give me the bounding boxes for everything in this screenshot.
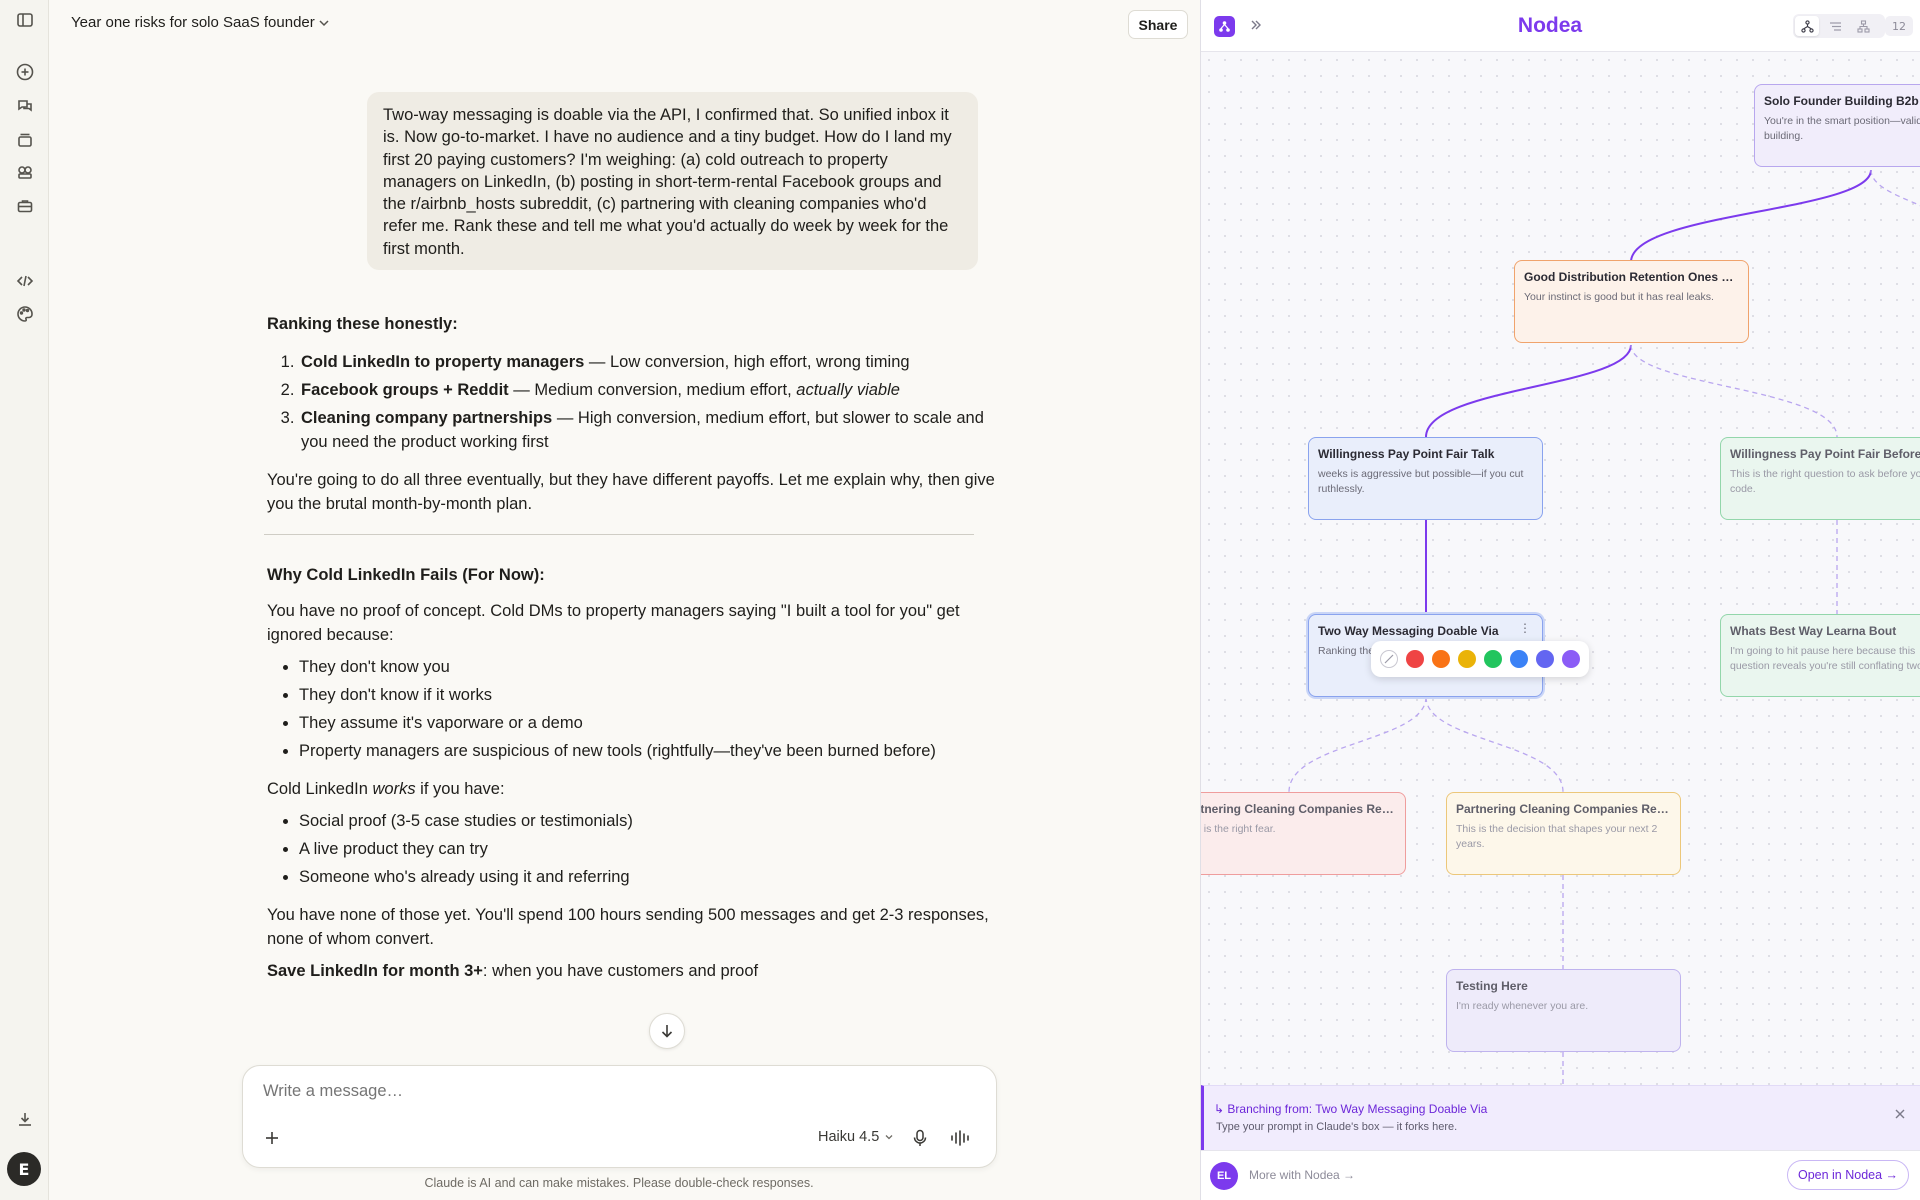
microphone-button[interactable]	[909, 1127, 931, 1149]
ranking-list: Cold LinkedIn to property managers — Low…	[267, 350, 1007, 454]
list-item: Someone who's already using it and refer…	[299, 865, 1007, 889]
list-item: Social proof (3-5 case studies or testim…	[299, 809, 1007, 833]
close-icon[interactable]	[1893, 1107, 1907, 1121]
voice-mode-button[interactable]	[948, 1127, 974, 1149]
download-icon[interactable]	[16, 1110, 34, 1128]
briefcase-icon[interactable]	[16, 197, 34, 215]
nodea-footer: EL More with Nodea → Open in Nodea →	[1201, 1150, 1920, 1200]
model-label: Haiku 4.5	[818, 1129, 880, 1145]
edge	[1425, 344, 1632, 438]
branch-hint: Type your prompt in Claude's box — it fo…	[1216, 1121, 1458, 1133]
scroll-to-bottom-button[interactable]	[649, 1013, 685, 1049]
chat-header: Year one risks for solo SaaS founder Sha…	[49, 0, 1200, 48]
chevron-down-icon	[885, 1135, 893, 1140]
nodea-header: Nodea 12	[1201, 0, 1920, 52]
tree-view-button[interactable]	[1795, 16, 1819, 36]
tree-node[interactable]: Partnering Cleaning Companies Referral..…	[1201, 792, 1406, 875]
list-item: They don't know if it works	[299, 683, 1007, 707]
tree-node[interactable]: Willingness Pay Point Fair Talk weeks is…	[1308, 437, 1543, 520]
branch-title: ↳ Branching from: Two Way Messaging Doab…	[1214, 1102, 1488, 1116]
left-rail: E	[0, 0, 49, 1200]
graph-view-button[interactable]	[1851, 16, 1875, 36]
tree-node[interactable]: Solo Founder Building B2b SaaS You're in…	[1754, 84, 1920, 167]
color-swatch[interactable]	[1458, 650, 1476, 668]
microphone-icon	[913, 1129, 927, 1146]
chat-title[interactable]: Year one risks for solo SaaS founder	[71, 14, 315, 31]
view-toggle	[1793, 14, 1885, 38]
chat-area: Year one risks for solo SaaS founder Sha…	[49, 0, 1245, 1200]
graph-icon	[1856, 19, 1870, 33]
tree-edges	[1288, 169, 1920, 1085]
tree-node[interactable]: Good Distribution Retention Ones Keep...…	[1514, 260, 1749, 343]
user-message: Two-way messaging is doable via the API,…	[367, 92, 978, 270]
list-item: Cold LinkedIn to property managers — Low…	[299, 350, 1007, 374]
tree-node[interactable]: Whats Best Way Learna Bout I'm going to …	[1720, 614, 1920, 697]
branch-banner: ↳ Branching from: Two Way Messaging Doab…	[1201, 1085, 1920, 1150]
list-item: They assume it's vaporware or a demo	[299, 711, 1007, 735]
divider	[264, 534, 974, 535]
color-swatch[interactable]	[1406, 650, 1424, 668]
tree-canvas[interactable]: Solo Founder Building B2b SaaS You're in…	[1201, 52, 1920, 1085]
tree-icon	[1800, 19, 1814, 33]
new-chat-icon[interactable]	[16, 63, 34, 81]
color-swatch[interactable]	[1562, 650, 1580, 668]
projects-icon[interactable]	[16, 131, 34, 149]
color-swatch[interactable]	[1484, 650, 1502, 668]
requirements-list: Social proof (3-5 case studies or testim…	[267, 809, 1007, 889]
color-swatch[interactable]	[1510, 650, 1528, 668]
node-count-badge: 12	[1885, 16, 1913, 36]
color-picker	[1371, 641, 1589, 677]
more-with-nodea-link[interactable]: More with Nodea →	[1249, 1168, 1355, 1182]
edge	[1425, 696, 1564, 793]
plus-icon	[266, 1132, 278, 1144]
no-color-swatch[interactable]	[1380, 650, 1398, 668]
nodea-panel: Nodea 12 Solo Founder Building B2b You'r…	[1200, 0, 1920, 1200]
message-input[interactable]	[263, 1082, 963, 1101]
closing-paragraph: You have none of those yet. You'll spend…	[267, 906, 989, 948]
list-icon	[1829, 21, 1841, 31]
user-avatar[interactable]: E	[7, 1152, 41, 1186]
sidebar-toggle-icon[interactable]	[16, 11, 34, 29]
section-heading: Why Cold LinkedIn Fails (For Now):	[267, 566, 545, 584]
message-composer: Haiku 4.5	[242, 1065, 997, 1168]
palette-icon[interactable]	[16, 305, 34, 323]
tree-node[interactable]: Testing Here I'm ready whenever you are.	[1446, 969, 1681, 1052]
list-view-button[interactable]	[1823, 16, 1847, 36]
reasons-list: They don't know you They don't know if i…	[267, 655, 1007, 763]
code-icon[interactable]	[16, 272, 34, 290]
node-more-icon[interactable]: ⋮	[1519, 620, 1531, 636]
list-item: Cleaning company partnerships — High con…	[299, 406, 1007, 454]
edge	[1288, 696, 1427, 793]
color-swatch[interactable]	[1536, 650, 1554, 668]
cutoff-paragraph: Save LinkedIn for month 3+: when you hav…	[267, 962, 759, 980]
chevron-down-icon[interactable]	[317, 16, 331, 30]
list-item: Facebook groups + Reddit — Medium conver…	[299, 378, 1007, 402]
edge	[1630, 344, 1838, 438]
model-selector[interactable]: Haiku 4.5	[818, 1129, 894, 1145]
list-item: Property managers are suspicious of new …	[299, 739, 1007, 763]
artifacts-icon[interactable]	[16, 163, 34, 181]
tree-node[interactable]: Willingness Pay Point Fair Before This i…	[1720, 437, 1920, 520]
add-attachment-button[interactable]	[261, 1127, 283, 1149]
edge	[1870, 169, 1920, 207]
tree-node[interactable]: Partnering Cleaning Companies Referral..…	[1446, 792, 1681, 875]
share-button[interactable]: Share	[1128, 10, 1188, 39]
assistant-response: Ranking these honestly: Cold LinkedIn to…	[264, 312, 1007, 995]
ranking-heading: Ranking these honestly:	[267, 315, 458, 333]
color-swatch[interactable]	[1432, 650, 1450, 668]
arrow-down-icon	[661, 1025, 673, 1038]
account-avatar[interactable]: EL	[1210, 1162, 1238, 1190]
list-item: They don't know you	[299, 655, 1007, 679]
section-paragraph: You have no proof of concept. Cold DMs t…	[267, 602, 960, 644]
chats-icon[interactable]	[16, 97, 34, 115]
branch-icon: ↳	[1214, 1102, 1228, 1116]
works-paragraph: Cold LinkedIn works if you have:	[267, 780, 505, 798]
list-item: A live product they can try	[299, 837, 1007, 861]
edge	[1630, 169, 1872, 263]
waveform-icon	[951, 1130, 969, 1146]
open-in-nodea-button[interactable]: Open in Nodea →	[1787, 1160, 1909, 1190]
intro-paragraph: You're going to do all three eventually,…	[267, 471, 995, 513]
disclaimer: Claude is AI and can make mistakes. Plea…	[424, 1176, 814, 1190]
